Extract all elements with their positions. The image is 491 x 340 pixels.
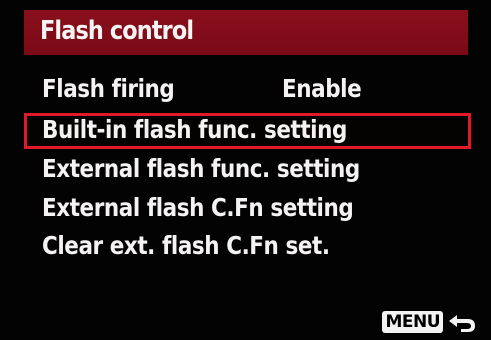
page-title: Flash control	[40, 16, 194, 46]
menu-button-badge[interactable]: MENU	[382, 311, 443, 333]
menu-item-label: External flash func. setting	[42, 154, 360, 183]
menu-item-label: Clear ext. flash C.Fn set.	[42, 231, 330, 260]
menu-item-label: Flash firing	[42, 74, 175, 103]
menu-item-built-in-flash-setting[interactable]: Built-in flash func. setting	[24, 113, 471, 149]
menu-item-flash-firing[interactable]: Flash firing Enable	[32, 72, 470, 108]
title-bar: Flash control	[24, 10, 468, 55]
menu-item-clear-ext-flash-cfn[interactable]: Clear ext. flash C.Fn set.	[32, 229, 470, 265]
return-arrow-icon[interactable]	[447, 311, 477, 333]
menu-item-external-flash-cfn-setting[interactable]: External flash C.Fn setting	[32, 191, 470, 227]
menu-item-value: Enable	[282, 74, 362, 103]
footer-hint[interactable]: MENU	[382, 310, 477, 334]
camera-menu-screen: Flash control Flash firing Enable Built-…	[0, 0, 491, 340]
menu-item-external-flash-func-setting[interactable]: External flash func. setting	[32, 152, 470, 188]
menu-item-label: Built-in flash func. setting	[42, 115, 347, 144]
menu-item-label: External flash C.Fn setting	[42, 193, 354, 222]
